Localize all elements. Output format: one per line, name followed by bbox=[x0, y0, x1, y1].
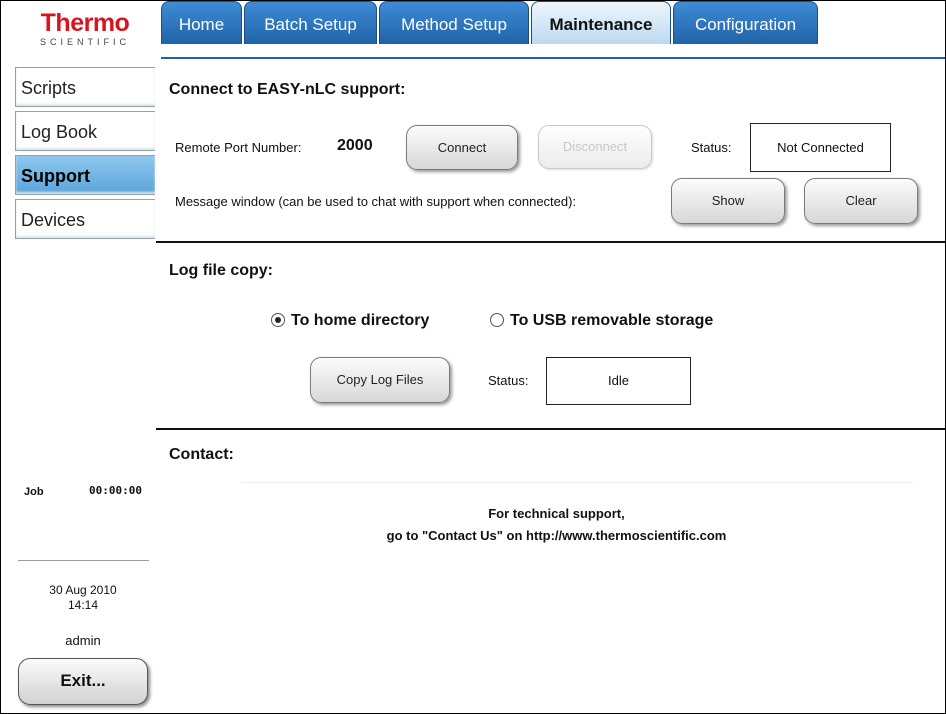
support-status-label: Status: bbox=[691, 140, 732, 155]
tabs-underline bbox=[161, 57, 945, 59]
sidebar-item-log-book[interactable]: Log Book bbox=[15, 111, 155, 151]
support-status-box: Not Connected bbox=[750, 123, 891, 172]
sidebar-item-support[interactable]: Support bbox=[15, 155, 155, 195]
tab-home[interactable]: Home bbox=[161, 1, 242, 44]
contact-faint-rule bbox=[241, 482, 913, 483]
time-text: 14:14 bbox=[67, 598, 99, 612]
date-time: 30 Aug 2010 14:14 bbox=[19, 583, 147, 613]
radio-usb-label: To USB removable storage bbox=[510, 312, 714, 329]
radio-unselected-icon bbox=[490, 313, 504, 327]
remote-port-label: Remote Port Number: bbox=[175, 140, 302, 155]
contact-line-1: For technical support, bbox=[488, 506, 625, 521]
radio-usb-storage[interactable]: To USB removable storage bbox=[490, 312, 713, 330]
tab-method-setup[interactable]: Method Setup bbox=[379, 1, 529, 44]
sidebar-divider bbox=[18, 560, 149, 561]
section-divider-1 bbox=[156, 241, 945, 243]
connect-button[interactable]: Connect bbox=[406, 125, 518, 170]
date-text: 30 Aug 2010 bbox=[49, 583, 117, 597]
remote-port-value: 2000 bbox=[337, 137, 373, 154]
logo-sub: SCIENTIFIC bbox=[39, 37, 130, 47]
radio-home-directory[interactable]: To home directory bbox=[271, 312, 429, 330]
tab-configuration[interactable]: Configuration bbox=[673, 1, 818, 44]
support-section-title: Connect to EASY-nLC support: bbox=[169, 81, 406, 98]
job-label: Job bbox=[24, 486, 44, 498]
user-name: admin bbox=[65, 633, 101, 648]
logo-brand: Thermo bbox=[40, 9, 130, 37]
contact-line-2: go to "Contact Us" on http://www.thermos… bbox=[386, 528, 727, 543]
contact-title: Contact: bbox=[169, 446, 234, 463]
radio-home-label: To home directory bbox=[291, 312, 430, 329]
message-window-label: Message window (can be used to chat with… bbox=[175, 194, 577, 209]
log-file-copy-title: Log file copy: bbox=[169, 262, 273, 279]
show-button[interactable]: Show bbox=[671, 178, 785, 224]
app-window: Thermo SCIENTIFIC Home Batch Setup Metho… bbox=[0, 0, 946, 714]
tab-maintenance[interactable]: Maintenance bbox=[531, 1, 671, 44]
log-status-label: Status: bbox=[488, 373, 529, 388]
sidebar-item-devices[interactable]: Devices bbox=[15, 199, 155, 239]
sidebar-nav: Scripts Log Book Support Devices bbox=[15, 67, 155, 243]
section-divider-2 bbox=[156, 428, 945, 430]
copy-log-files-button[interactable]: Copy Log Files bbox=[310, 357, 450, 403]
thermo-scientific-logo: Thermo SCIENTIFIC bbox=[5, 11, 155, 59]
exit-button[interactable]: Exit... bbox=[18, 658, 148, 705]
radio-selected-icon bbox=[271, 313, 285, 327]
sidebar-item-scripts[interactable]: Scripts bbox=[15, 67, 155, 107]
clear-button[interactable]: Clear bbox=[804, 178, 918, 224]
tab-batch-setup[interactable]: Batch Setup bbox=[244, 1, 377, 44]
log-status-box: Idle bbox=[546, 357, 691, 405]
disconnect-button[interactable]: Disconnect bbox=[538, 125, 652, 169]
job-time: 00:00:00 bbox=[89, 484, 142, 497]
